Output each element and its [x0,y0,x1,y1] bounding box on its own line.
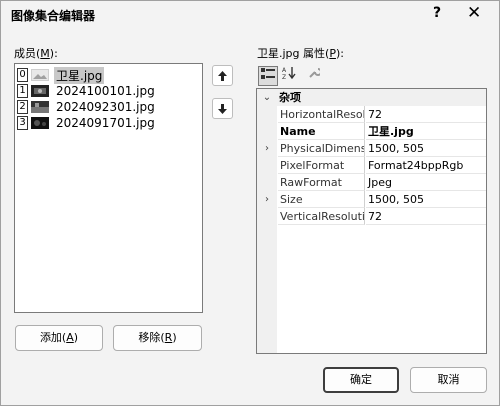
svg-text:Z: Z [282,74,286,79]
property-value[interactable]: 72 [366,208,486,225]
grid-gutter-fill [257,224,277,353]
remove-button[interactable]: 移除(R) [113,325,202,351]
list-item-name: 2024092301.jpg [56,100,155,114]
list-item-name: 2024100101.jpg [56,84,155,98]
property-grid: ⌄ 杂项 HorizontalResolution 72 Name 卫星.jpg… [256,88,487,354]
property-name: PixelFormat [278,157,365,174]
cancel-button[interactable]: 取消 [410,367,487,393]
list-item[interactable]: 1 2024100101.jpg [17,83,200,99]
category-label: 杂项 [279,91,301,104]
categorized-view-icon[interactable] [258,66,278,86]
list-item[interactable]: 0 卫星.jpg [17,66,200,84]
property-value[interactable]: 1500, 505 [366,191,486,208]
property-name: VerticalResolution [278,208,365,225]
property-value[interactable]: 卫星.jpg [366,123,486,140]
property-value[interactable]: 72 [366,106,486,123]
property-row[interactable]: VerticalResolution 72 [257,208,486,225]
properties-label: 卫星.jpg 属性(P): [257,47,344,60]
property-name: PhysicalDimension [278,140,365,157]
property-row[interactable]: HorizontalResolution 72 [257,106,486,123]
close-button[interactable]: ✕ [467,3,481,23]
gutter [257,157,277,174]
window-title: 图像集合编辑器 [11,9,96,23]
list-item-name: 卫星.jpg [54,66,105,84]
expand-icon[interactable]: › [257,140,277,157]
property-value[interactable]: Format24bppRgb [366,157,486,174]
image-thumbnail-icon [31,101,49,113]
list-item[interactable]: 3 2024091701.jpg [17,115,200,131]
property-row[interactable]: RawFormat Jpeg [257,174,486,191]
list-item-index: 2 [17,100,28,114]
property-name: Name [278,123,365,140]
move-down-button[interactable] [212,98,233,119]
expand-icon[interactable]: › [257,191,277,208]
members-label: 成员(M): [14,47,58,60]
property-value[interactable]: 1500, 505 [366,140,486,157]
ok-button[interactable]: 确定 [323,367,399,393]
property-pages-icon[interactable] [304,66,324,86]
arrow-up-icon [218,71,227,81]
list-item-index: 0 [17,68,28,82]
svg-text:A: A [282,67,287,74]
property-row[interactable]: › PhysicalDimension 1500, 505 [257,140,486,157]
property-row[interactable]: Name 卫星.jpg [257,123,486,140]
help-button[interactable]: ? [433,5,441,21]
arrow-down-icon [218,104,227,114]
image-thumbnail-icon [31,69,49,81]
property-row[interactable]: › Size 1500, 505 [257,191,486,208]
list-item-name: 2024091701.jpg [56,116,155,130]
image-thumbnail-icon [31,117,49,129]
property-category[interactable]: ⌄ 杂项 [257,89,486,106]
list-item-index: 3 [17,116,28,130]
alphabetical-view-icon[interactable]: AZ [279,66,299,86]
collapse-icon[interactable]: ⌄ [257,89,277,106]
gutter [257,208,277,225]
image-collection-editor-dialog: 图像集合编辑器 ? ✕ 成员(M): 0 卫星.jpg 1 2024100101… [0,0,500,406]
list-item-index: 1 [17,84,28,98]
move-up-button[interactable] [212,65,233,86]
property-name: HorizontalResolution [278,106,365,123]
gutter [257,106,277,123]
image-thumbnail-icon [31,85,49,97]
property-name: RawFormat [278,174,365,191]
list-item[interactable]: 2 2024092301.jpg [17,99,200,115]
gutter [257,174,277,191]
property-value[interactable]: Jpeg [366,174,486,191]
members-list[interactable]: 0 卫星.jpg 1 2024100101.jpg 2 2024092301.j… [14,63,203,313]
add-button[interactable]: 添加(A) [15,325,103,351]
title-bar: 图像集合编辑器 ? ✕ [1,1,499,27]
property-toolbar: AZ [256,66,322,88]
property-name: Size [278,191,365,208]
property-row[interactable]: PixelFormat Format24bppRgb [257,157,486,174]
gutter [257,123,277,140]
